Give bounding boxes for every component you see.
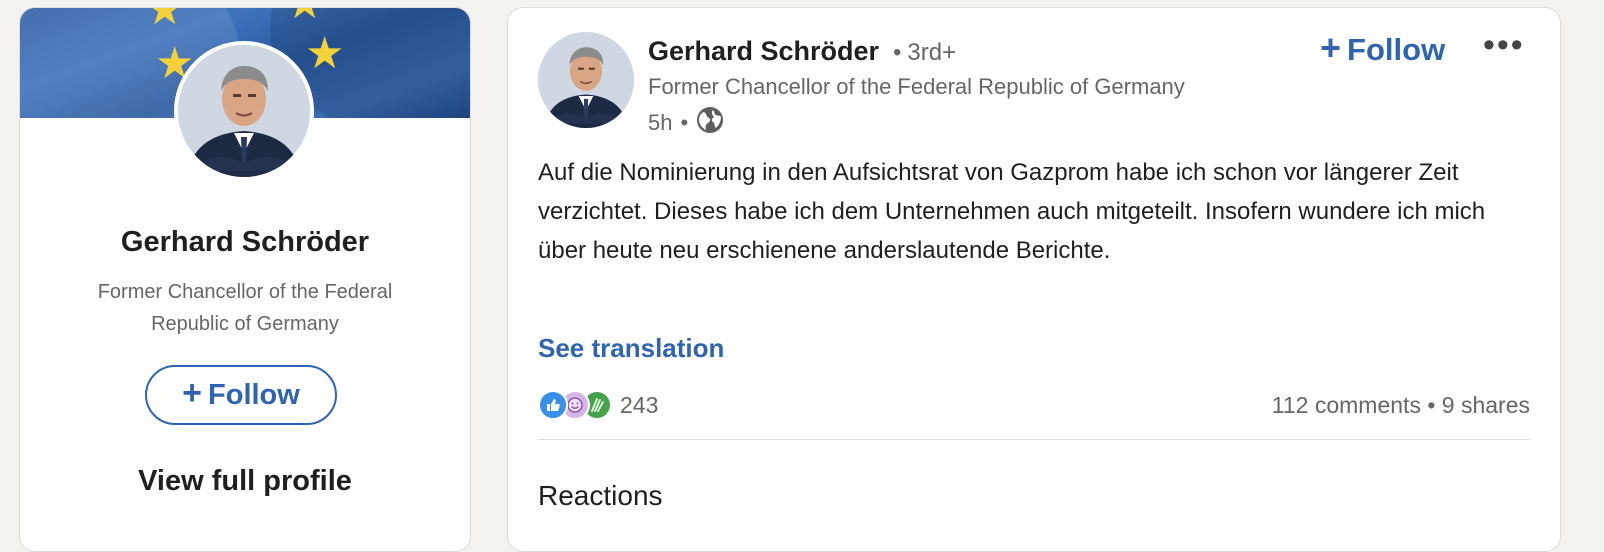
plus-icon: +: [1320, 27, 1342, 68]
comments-count[interactable]: 112 comments: [1272, 392, 1421, 418]
plus-icon: +: [182, 374, 203, 412]
author-headline: Former Chancellor of the Federal Republi…: [648, 74, 1185, 99]
follow-button-label: Follow: [208, 378, 300, 411]
reactions-heading: Reactions: [538, 480, 663, 511]
author-avatar[interactable]: [538, 32, 634, 128]
post-timestamp: 5h •: [648, 106, 724, 140]
reaction-count: 243: [620, 391, 659, 418]
follow-button[interactable]: + Follow: [145, 365, 337, 425]
connection-degree-label: 3rd+: [907, 39, 957, 66]
like-icon: [538, 390, 568, 420]
post-body-text: Auf die Nominierung in den Aufsichtsrat …: [538, 159, 1486, 264]
more-options-icon[interactable]: •••: [1483, 26, 1525, 65]
shares-count[interactable]: 9 shares: [1442, 392, 1530, 418]
star-icon: ★: [145, 8, 185, 34]
author-name[interactable]: Gerhard Schröder: [648, 36, 879, 67]
profile-card: ★ ★ ★ ★ Gerhard Schröder Former Chancell…: [19, 7, 471, 552]
globe-icon: [696, 106, 724, 140]
connection-degree: • 3rd+: [893, 39, 957, 66]
star-icon: ★: [305, 29, 345, 78]
star-icon: ★: [285, 8, 324, 26]
reactions-summary[interactable]: 243: [538, 390, 658, 420]
comments-shares-summary[interactable]: 112 comments • 9 shares: [1272, 392, 1530, 419]
profile-headline: Former Chancellor of the Federal Republi…: [97, 281, 393, 335]
avatar[interactable]: [174, 41, 314, 181]
profile-name[interactable]: Gerhard Schröder: [20, 226, 470, 259]
divider: [538, 439, 1530, 440]
follow-button-label: Follow: [1347, 32, 1446, 67]
post-card: Gerhard Schröder • 3rd+ Former Chancellor…: [507, 7, 1561, 552]
post-time: 5h: [648, 110, 673, 135]
follow-button[interactable]: + Follow: [1320, 27, 1446, 68]
see-translation-link[interactable]: See translation: [538, 333, 724, 364]
view-full-profile-link[interactable]: View full profile: [20, 465, 470, 498]
